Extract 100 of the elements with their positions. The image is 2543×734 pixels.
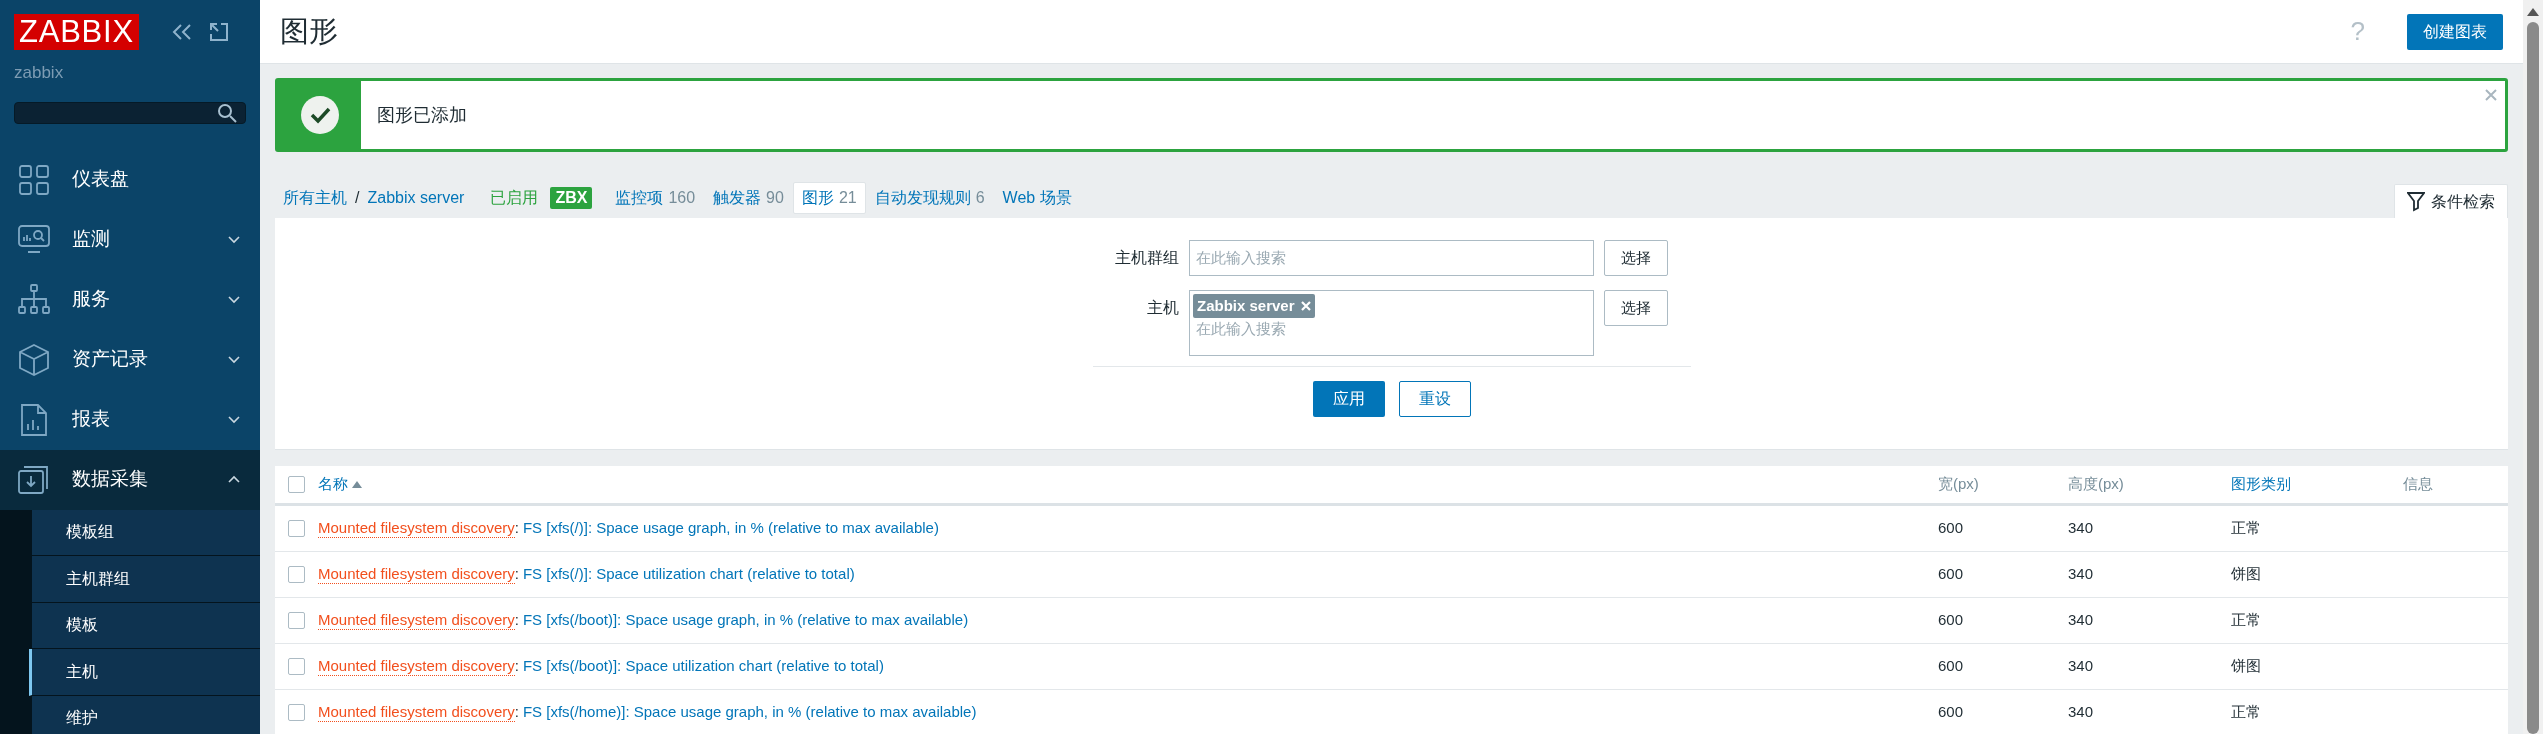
multiselect-field[interactable]: Zabbix server 在此输入搜索 [1189, 290, 1594, 356]
select-button[interactable]: 选择 [1604, 240, 1668, 276]
undock-icon[interactable] [208, 22, 229, 42]
table-cell-text: 正常 [2231, 702, 2262, 723]
import-icon [18, 463, 50, 496]
column-header: 高度(px) [2068, 474, 2125, 495]
table-cell-text: 340 [2068, 518, 2095, 539]
host-tab[interactable]: 触发器 90 [704, 182, 793, 214]
name-separator: : [514, 610, 519, 631]
remove-icon[interactable] [1300, 301, 1311, 311]
search-icon [217, 102, 237, 123]
cube-icon [18, 343, 50, 376]
submenu-item[interactable]: 主机群组 [32, 556, 260, 603]
menu-item[interactable]: 仪表盘 [0, 149, 260, 210]
table-cell-text: 340 [2068, 610, 2095, 631]
table-cell-text: 600 [1938, 656, 1965, 677]
column-header[interactable]: 图形类别 [2231, 473, 2403, 496]
host-status: 已启用 [490, 188, 539, 208]
checkbox[interactable] [288, 566, 305, 583]
hierarchy-icon [18, 283, 50, 316]
table-cell-text: 340 [2068, 564, 2095, 585]
column-header: 信息 [2403, 474, 2434, 495]
host-tab[interactable]: 图形 21 [792, 182, 866, 214]
host-tab[interactable]: 自动发现规则 6 [865, 182, 994, 214]
page-title: 图形 [280, 13, 339, 49]
table-cell-text: 600 [1938, 702, 1965, 723]
filter-icon [2407, 191, 2425, 212]
graph-name-link[interactable]: FS [xfs(/)]: Space utilization chart (relative to total) [522, 563, 855, 586]
search-input[interactable]: 在此输入搜索 [1193, 318, 1590, 341]
checkbox[interactable] [288, 704, 305, 721]
apply-button[interactable]: 应用 [1312, 381, 1385, 417]
table-cell-text: 340 [2068, 702, 2095, 723]
graph-name-link[interactable]: FS [xfs(/boot)]: Space usage graph, in % (relative to max available) [522, 609, 969, 632]
host-tab[interactable]: 监控项 160 [606, 182, 705, 214]
submenu-item[interactable]: 模板组 [32, 509, 260, 556]
field-label: 主机群组 [1115, 248, 1179, 268]
table-cell-text: 正常 [2231, 518, 2262, 539]
graph-name-link[interactable]: FS [xfs(/home)]: Space usage graph, in % (relative to max available) [522, 701, 977, 724]
discovery-rule-link[interactable]: Mounted filesystem discovery [318, 657, 515, 676]
breadcrumb-link[interactable]: Zabbix server [367, 186, 465, 210]
check-icon [299, 95, 340, 135]
chevron-down-icon [228, 235, 240, 244]
chevron-down-icon [228, 355, 240, 364]
checkbox[interactable] [288, 658, 305, 675]
monitor-icon [18, 223, 50, 256]
scroll-up-icon[interactable] [2527, 8, 2539, 16]
multiselect-field[interactable]: 在此输入搜索 [1189, 240, 1594, 276]
checkbox[interactable] [288, 520, 305, 537]
menu-item[interactable]: 报表 [0, 389, 260, 450]
create-graph-button[interactable]: 创建图表 [2407, 13, 2503, 50]
filter-tab[interactable]: 条件检索 [2394, 184, 2508, 218]
column-header: 宽(px) [1938, 474, 1980, 495]
collapse-icon[interactable] [170, 23, 193, 41]
name-separator: : [514, 656, 519, 677]
report-icon [18, 403, 50, 436]
host-tab[interactable]: Web 场景 [993, 182, 1081, 214]
table-cell-text: 600 [1938, 518, 1965, 539]
breadcrumb-link[interactable]: 所有主机 [283, 186, 347, 210]
submenu-item[interactable]: 维护 [32, 695, 260, 734]
reset-button[interactable]: 重设 [1398, 381, 1471, 417]
close-icon[interactable] [2485, 89, 2497, 101]
discovery-rule-link[interactable]: Mounted filesystem discovery [318, 565, 515, 584]
table-cell-text: 600 [1938, 610, 1965, 631]
discovery-rule-link[interactable]: Mounted filesystem discovery [318, 703, 515, 722]
menu-item[interactable]: 资产记录 [0, 329, 260, 390]
submenu-item[interactable]: 主机 [29, 649, 260, 696]
graph-name-link[interactable]: FS [xfs(/boot)]: Space utilization chart (relative to total) [522, 655, 884, 678]
name-separator: : [514, 518, 519, 539]
search-field[interactable] [14, 101, 246, 124]
dashboard-icon [18, 163, 50, 196]
availability-badge: ZBX [550, 187, 593, 209]
table-cell-text: 340 [2068, 656, 2095, 677]
scrollbar[interactable] [2523, 0, 2543, 734]
host-tag: Zabbix server [1193, 294, 1315, 318]
name-separator: : [514, 564, 519, 585]
menu-item[interactable]: 监测 [0, 209, 260, 270]
field-label: 主机 [1147, 298, 1179, 318]
breadcrumb-separator: / [355, 188, 360, 208]
chevron-down-icon [228, 295, 240, 304]
discovery-rule-link[interactable]: Mounted filesystem discovery [318, 519, 515, 538]
checkbox[interactable] [288, 476, 305, 493]
name-separator: : [514, 702, 519, 723]
table-cell-text: 600 [1938, 564, 1965, 585]
table-cell-text: 饼图 [2231, 656, 2262, 677]
checkbox[interactable] [288, 612, 305, 629]
select-button[interactable]: 选择 [1604, 290, 1668, 326]
column-header[interactable]: 名称 [318, 473, 1938, 496]
chevron-down-icon [228, 415, 240, 424]
menu-item[interactable]: 服务 [0, 269, 260, 330]
search-input[interactable]: 在此输入搜索 [1193, 246, 1590, 270]
table-cell-text: 正常 [2231, 610, 2262, 631]
zabbix-logo[interactable]: ZABBIX [14, 14, 139, 50]
server-name: zabbix [13, 62, 65, 84]
chevron-up-icon [228, 475, 240, 484]
graph-name-link[interactable]: FS [xfs(/)]: Space usage graph, in % (relative to max available) [522, 517, 939, 540]
submenu-item[interactable]: 模板 [32, 602, 260, 649]
table-cell-text: 饼图 [2231, 564, 2262, 585]
message-text: 图形已添加 [377, 103, 467, 127]
discovery-rule-link[interactable]: Mounted filesystem discovery [318, 611, 515, 630]
menu-item[interactable]: 数据采集 [0, 449, 260, 510]
